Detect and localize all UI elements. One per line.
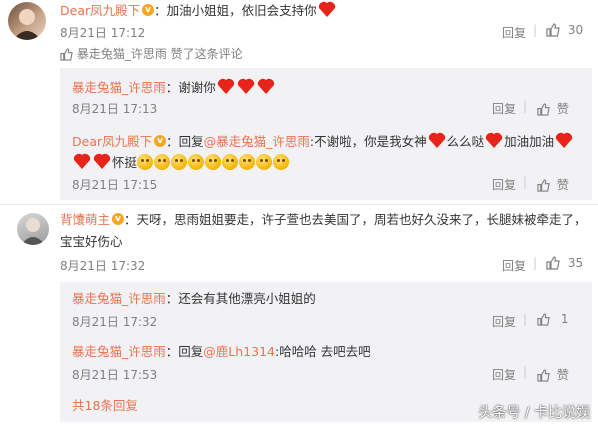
reply-text: 加油加油: [504, 134, 555, 149]
reply-prefix: ：回复: [165, 344, 204, 359]
comment-line: 背馕萌主 ：天呀，思雨姐姐要走，许子萱也去美国了，周若也好久没来了，长腿妹被牵走了…: [60, 210, 587, 229]
action-divider: |: [523, 312, 528, 326]
like-label: 赞: [556, 102, 569, 116]
like-button[interactable]: 30: [546, 23, 583, 37]
avatar[interactable]: [17, 213, 49, 245]
like-button[interactable]: 35: [546, 256, 583, 270]
reply-text: 么么哒: [446, 134, 485, 149]
reply-button[interactable]: 回复: [492, 100, 516, 117]
reply-time: 8月21日 17:32: [72, 315, 158, 329]
comment-time: 8月21日 17:12: [60, 26, 146, 40]
reply-username[interactable]: Dear凤九殿下: [72, 134, 152, 149]
comment-username[interactable]: 背馕萌主: [60, 212, 110, 227]
action-divider: |: [533, 256, 538, 270]
comment-time: 8月21日 17:32: [60, 259, 146, 273]
thumbs-up-icon: [546, 23, 560, 37]
reply-time: 8月21日 17:13: [72, 102, 158, 116]
reply-time: 8月21日 17:15: [72, 178, 158, 192]
like-button[interactable]: 1: [537, 312, 568, 326]
comment-line: Dear凤九殿下 ：加油小姐姐，依旧会支持你: [60, 0, 337, 20]
comment-text-line2: 宝宝好伤心: [60, 234, 123, 249]
reply-text: 怀挺: [112, 155, 138, 170]
avatar-image: [21, 218, 45, 245]
avatar[interactable]: [8, 2, 46, 40]
action-divider: |: [523, 99, 528, 113]
thumbs-up-icon: [60, 48, 73, 61]
reply-line: 暴走兔猫_许思雨：回复@鹿Lh1314:哈哈哈 去吧去吧: [72, 343, 371, 361]
like-count: 1: [560, 312, 569, 326]
like-button[interactable]: 赞: [537, 366, 569, 383]
like-label: 赞: [556, 178, 569, 192]
thumbs-up-icon: [537, 179, 550, 192]
comment-text: ：天呀，思雨姐姐要走，许子萱也去美国了，周若也好久没来了，长腿妹被牵走了，: [124, 212, 587, 227]
reply-text: :不谢啦，你是我女神: [309, 134, 427, 149]
verified-badge-icon: [154, 132, 167, 150]
heart-icon: [556, 132, 573, 148]
emoji-icon: [222, 154, 239, 170]
liked-by-line: 暴走兔猫_许思雨 赞了这条评论: [60, 45, 243, 62]
reply-button[interactable]: 回复: [502, 24, 526, 41]
action-divider: |: [533, 23, 538, 37]
comment-text: ：加油小姐姐，依旧会支持你: [154, 3, 317, 18]
reply-text: ：谢谢你: [165, 80, 216, 95]
reply-prefix: ：回复: [166, 134, 204, 149]
comment-username[interactable]: Dear凤九殿下: [60, 3, 140, 18]
emoji-icon: [188, 154, 205, 170]
verified-badge-icon: [142, 1, 155, 19]
like-label: 赞: [556, 368, 569, 382]
reply-username[interactable]: 暴走兔猫_许思雨: [72, 291, 166, 306]
heart-icon: [73, 153, 111, 169]
more-replies-link[interactable]: 共18条回复: [72, 397, 138, 415]
reply-text: :哈哈哈 去吧去吧: [274, 344, 371, 359]
emoji-icon: [205, 154, 222, 170]
emoji-icon: [256, 154, 273, 170]
reply-line: Dear凤九殿下 ：回复@暴走兔猫_许思雨:不谢啦，你是我女神 么么哒 加油加油: [72, 131, 574, 151]
like-count: 30: [567, 23, 584, 37]
liked-by-user[interactable]: 暴走兔猫_许思雨: [77, 47, 167, 61]
verified-badge-icon: [112, 210, 125, 228]
like-count: 35: [567, 256, 584, 270]
heart-icon: [318, 1, 335, 18]
heart-icon: [428, 132, 445, 148]
reply-button[interactable]: 回复: [492, 366, 516, 383]
reply-username[interactable]: 暴走兔猫_许思雨: [72, 80, 166, 95]
liked-by-text: 赞了这条评论: [166, 47, 243, 61]
emoji-icon: [154, 154, 171, 170]
heart-icon: [217, 78, 274, 94]
thumbs-up-icon: [537, 313, 550, 326]
like-button[interactable]: 赞: [537, 100, 569, 117]
heart-icon: [486, 132, 503, 148]
mention-link[interactable]: @暴走兔猫_许思雨: [204, 134, 310, 149]
watermark: 头条号 / 卡比说娱: [478, 405, 590, 421]
action-divider: |: [523, 365, 528, 379]
reply-line: 怀挺: [72, 152, 290, 172]
reply-line: 暴走兔猫_许思雨：还会有其他漂亮小姐姐的: [72, 290, 316, 308]
reply-username[interactable]: 暴走兔猫_许思雨: [72, 344, 166, 359]
reply-button[interactable]: 回复: [492, 313, 516, 330]
comment-divider: [0, 204, 598, 205]
emoji-icon: [239, 154, 256, 170]
reply-line: 暴走兔猫_许思雨：谢谢你: [72, 77, 276, 97]
reply-text: ：还会有其他漂亮小姐姐的: [165, 291, 316, 306]
thumbs-up-icon: [537, 369, 550, 382]
avatar-image: [13, 9, 41, 40]
reply-button[interactable]: 回复: [502, 257, 526, 274]
reply-button[interactable]: 回复: [492, 176, 516, 193]
like-button[interactable]: 赞: [537, 176, 569, 193]
action-divider: |: [523, 175, 528, 189]
thumbs-up-icon: [537, 103, 550, 116]
emoji-icon: [137, 154, 154, 170]
emoji-icon: [273, 154, 290, 170]
thumbs-up-icon: [546, 256, 560, 270]
mention-link[interactable]: @鹿Lh1314: [203, 344, 275, 359]
reply-time: 8月21日 17:53: [72, 368, 158, 382]
emoji-icon: [171, 154, 188, 170]
